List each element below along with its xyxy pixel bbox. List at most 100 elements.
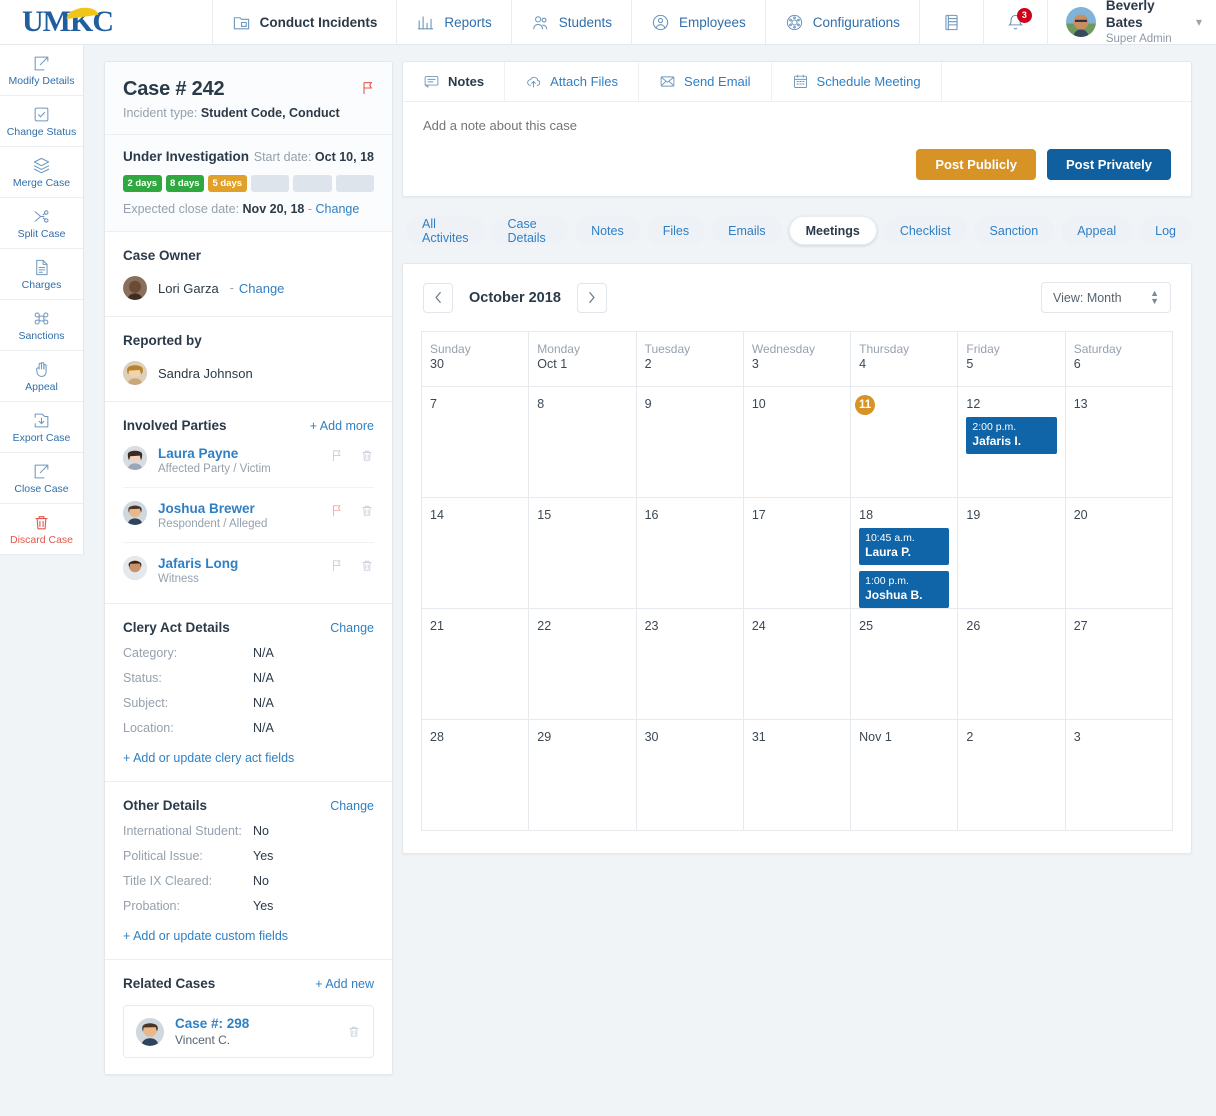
- trash-icon[interactable]: [360, 448, 374, 463]
- calendar-day-cell[interactable]: Nov 1: [850, 719, 958, 830]
- tab-sanction[interactable]: Sanction: [973, 216, 1055, 245]
- add-involved-party-link[interactable]: + Add more: [310, 419, 374, 433]
- related-case-title[interactable]: Case #: 298: [175, 1016, 336, 1031]
- calendar-day-cell[interactable]: 9: [635, 386, 743, 497]
- calendar-day-cell[interactable]: 31: [742, 719, 851, 830]
- rail-item-split-case[interactable]: Split Case: [0, 198, 83, 249]
- notifications-button[interactable]: 3: [982, 0, 1047, 44]
- nav-item-students[interactable]: Students: [510, 0, 631, 44]
- nav-item-employees[interactable]: Employees: [631, 0, 765, 44]
- calendar-day-cell[interactable]: 15: [528, 497, 636, 608]
- change-owner-link[interactable]: Change: [239, 281, 285, 296]
- flag-icon[interactable]: [330, 503, 344, 518]
- calendar-day-number: 18: [859, 508, 874, 522]
- rail-item-change-status[interactable]: Change Status: [0, 96, 83, 147]
- flag-icon[interactable]: [330, 448, 344, 463]
- flag-icon[interactable]: [360, 80, 376, 96]
- calendar-view-select[interactable]: View: Month ▲ ▼: [1041, 282, 1171, 313]
- add-custom-fields-link[interactable]: + Add or update custom fields: [123, 929, 374, 943]
- compose-tab-attach-files[interactable]: Attach Files: [505, 62, 640, 101]
- compose-tab-notes[interactable]: Notes: [403, 62, 506, 101]
- book-button[interactable]: [918, 0, 983, 44]
- change-close-date-link[interactable]: Change: [316, 202, 360, 216]
- calendar-next-button[interactable]: [576, 282, 607, 313]
- calendar-day-cell[interactable]: 26: [957, 608, 1065, 719]
- calendar-event[interactable]: 10:45 a.m. Laura P.: [859, 528, 950, 566]
- calendar-day-cell[interactable]: 16: [635, 497, 743, 608]
- calendar-event[interactable]: 2:00 p.m. Jafaris I.: [966, 417, 1057, 455]
- flag-icon[interactable]: [330, 558, 344, 573]
- nav-item-reports[interactable]: Reports: [396, 0, 510, 44]
- tab-checklist[interactable]: Checklist: [883, 216, 967, 245]
- tab-emails[interactable]: Emails: [712, 216, 782, 245]
- calendar-day-cell[interactable]: 18 10:45 a.m. Laura P. 1:00 p.m. Joshua B.: [850, 497, 958, 609]
- calendar-day-cell[interactable]: 28: [422, 719, 529, 830]
- calendar-day-cell[interactable]: 23: [635, 608, 743, 719]
- rail-item-export-case[interactable]: Export Case: [0, 402, 83, 453]
- calendar-event[interactable]: 1:00 p.m. Joshua B.: [859, 571, 950, 609]
- calendar-day-number: 27: [1073, 619, 1088, 633]
- calendar-day-cell[interactable]: 14: [422, 497, 529, 608]
- involved-party-name[interactable]: Laura Payne: [158, 446, 319, 461]
- rail-item-label: Charges: [21, 278, 62, 291]
- calendar-day-cell[interactable]: 22: [528, 608, 636, 719]
- calendar-day-cell[interactable]: 7: [422, 386, 529, 497]
- trash-icon[interactable]: [347, 1024, 361, 1039]
- calendar-day-cell[interactable]: 10: [742, 386, 851, 497]
- tab-case-details[interactable]: Case Details: [491, 216, 569, 245]
- calendar-prev-button[interactable]: [423, 282, 453, 313]
- note-input[interactable]: [423, 118, 1171, 133]
- related-case-item[interactable]: Case #: 298 Vincent C.: [123, 1005, 374, 1058]
- compose-tab-schedule-meeting[interactable]: Schedule Meeting: [772, 62, 942, 101]
- app-logo[interactable]: UMKC: [0, 0, 212, 44]
- calendar-day-cell[interactable]: 24: [742, 608, 851, 719]
- calendar-day-cell[interactable]: 21: [422, 608, 529, 719]
- rail-item-sanctions[interactable]: Sanctions: [0, 300, 83, 351]
- calendar-day-cell[interactable]: 3: [1064, 719, 1172, 830]
- tab-meetings[interactable]: Meetings: [788, 216, 877, 245]
- calendar-day-cell[interactable]: 19: [957, 497, 1065, 608]
- related-case-person: Vincent C.: [175, 1033, 231, 1047]
- calendar-day-cell[interactable]: 30: [635, 719, 743, 830]
- stepper-arrows-icon: ▲ ▼: [1150, 288, 1159, 306]
- nav-item-configurations[interactable]: Configurations: [764, 0, 919, 44]
- rail-item-discard-case[interactable]: Discard Case: [0, 504, 83, 555]
- calendar-day-cell[interactable]: 8: [528, 386, 636, 497]
- chevron-down-icon[interactable]: ▾: [1196, 15, 1202, 29]
- rail-item-appeal[interactable]: Appeal: [0, 351, 83, 402]
- nav-item-conduct-incidents[interactable]: Conduct Incidents: [211, 0, 397, 44]
- calendar-day-cell[interactable]: 27: [1064, 608, 1172, 719]
- tab-files[interactable]: Files: [646, 216, 706, 245]
- calendar-day-cell[interactable]: 29: [528, 719, 636, 830]
- tab-all-activites[interactable]: All Activites: [406, 216, 485, 245]
- rail-item-modify-details[interactable]: Modify Details: [0, 45, 83, 96]
- tab-notes[interactable]: Notes: [575, 216, 640, 245]
- trash-icon[interactable]: [360, 503, 374, 518]
- add-related-case-link[interactable]: + Add new: [315, 977, 374, 991]
- post-publicly-button[interactable]: Post Publicly: [916, 149, 1036, 180]
- calendar-day-cell[interactable]: 25: [850, 608, 958, 719]
- calendar-day-cell[interactable]: 20: [1064, 497, 1172, 608]
- calendar-day-number: 10: [751, 397, 766, 411]
- change-other-details-link[interactable]: Change: [330, 799, 374, 813]
- tab-appeal[interactable]: Appeal: [1061, 216, 1133, 245]
- tab-log[interactable]: Log: [1139, 216, 1192, 245]
- involved-party-name[interactable]: Jafaris Long: [158, 556, 319, 571]
- calendar-day-number: 30: [644, 730, 659, 744]
- rail-item-charges[interactable]: Charges: [0, 249, 83, 300]
- trash-icon[interactable]: [360, 558, 374, 573]
- nav-item-label: Reports: [444, 14, 492, 30]
- calendar-day-cell[interactable]: 13: [1064, 386, 1172, 497]
- change-clery-link[interactable]: Change: [330, 621, 374, 635]
- calendar-day-cell[interactable]: 11: [850, 386, 958, 497]
- post-privately-button[interactable]: Post Privately: [1047, 149, 1171, 180]
- calendar-day-cell[interactable]: 17: [742, 497, 851, 608]
- user-menu[interactable]: Beverly Bates Super Admin ▾: [1046, 0, 1216, 45]
- add-clery-fields-link[interactable]: + Add or update clery act fields: [123, 751, 374, 765]
- involved-party-name[interactable]: Joshua Brewer: [158, 501, 319, 516]
- calendar-day-cell[interactable]: 2: [957, 719, 1065, 830]
- rail-item-merge-case[interactable]: Merge Case: [0, 147, 83, 198]
- compose-tab-send-email[interactable]: Send Email: [639, 62, 772, 101]
- rail-item-close-case[interactable]: Close Case: [0, 453, 83, 504]
- calendar-day-cell[interactable]: 12 2:00 p.m. Jafaris I.: [957, 386, 1065, 497]
